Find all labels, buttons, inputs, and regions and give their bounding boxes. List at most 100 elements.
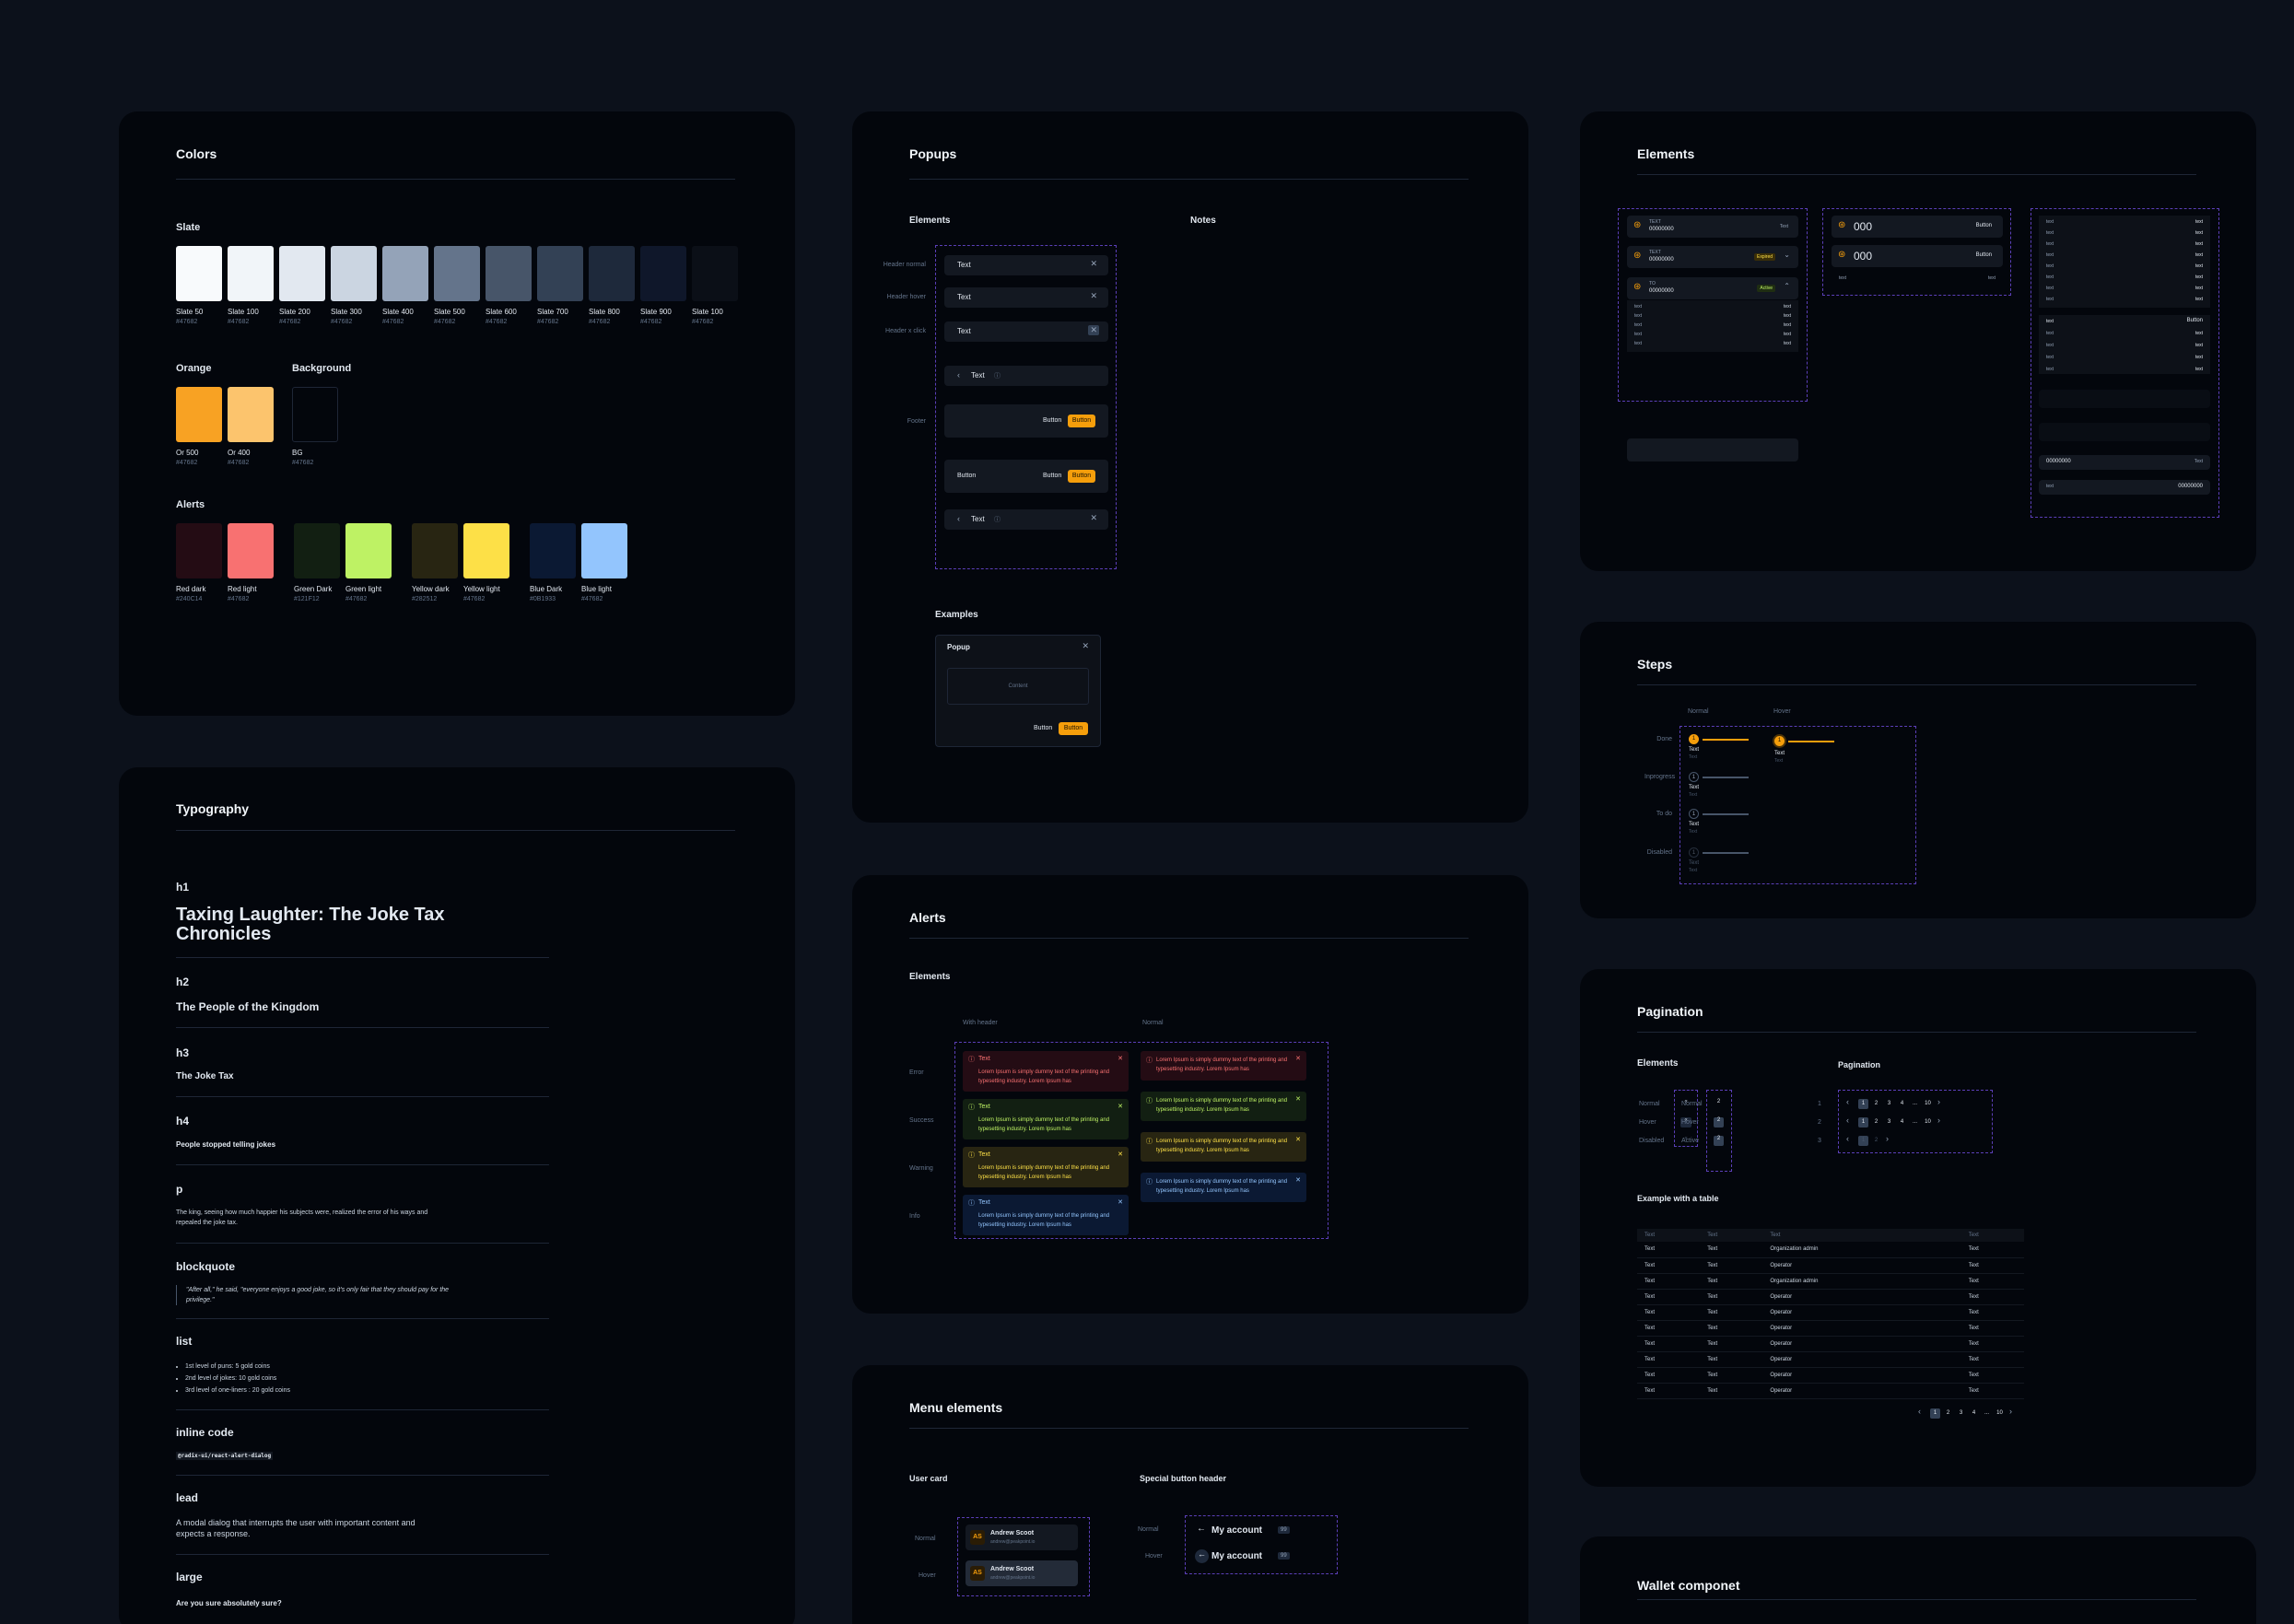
table-row[interactable]: Text Text Operator Text xyxy=(1637,1351,2024,1367)
page-number[interactable]: 1 xyxy=(1858,1099,1868,1109)
page-number[interactable]: 2 xyxy=(1943,1408,1953,1419)
amount-field[interactable]: 00000000 Text xyxy=(2039,455,2210,470)
user-card-normal[interactable]: AS Andrew Scoot andrew@peakpoint.io xyxy=(966,1525,1078,1550)
close-icon[interactable]: ✕ xyxy=(1118,1103,1123,1110)
amount-value: 000 xyxy=(1854,220,1873,233)
chevron-left-icon[interactable]: ‹ xyxy=(1918,1407,1921,1416)
secondary-button[interactable]: Button xyxy=(1043,473,1061,479)
close-icon[interactable]: ✕ xyxy=(1118,1198,1123,1206)
table-row[interactable]: Text Text Organization admin Text xyxy=(1637,1273,2024,1289)
table-header-cell[interactable]: Text xyxy=(1637,1229,1700,1242)
table-header-cell[interactable]: Text xyxy=(1762,1229,1960,1242)
chevron-up-icon[interactable]: ⌃ xyxy=(1784,282,1790,290)
page-number[interactable]: ... xyxy=(1910,1099,1920,1109)
chevron-left-icon[interactable]: ‹ xyxy=(1846,1097,1849,1106)
step-circle[interactable]: 1 xyxy=(1689,772,1699,782)
table-header-cell[interactable]: Text xyxy=(1961,1229,2024,1242)
table-row[interactable]: Text Text Operator Text xyxy=(1637,1289,2024,1304)
page-number[interactable]: ... xyxy=(1910,1117,1920,1127)
table-header-cell[interactable]: Text xyxy=(1700,1229,1762,1242)
step-circle[interactable]: 1 xyxy=(1689,809,1699,819)
page-number[interactable]: 2 xyxy=(1871,1117,1881,1127)
row-button[interactable]: Button xyxy=(1976,252,1992,258)
step-circle[interactable]: 1 xyxy=(1689,847,1699,858)
col-label: With header xyxy=(963,1020,998,1026)
page-number[interactable]: 1 xyxy=(1858,1136,1868,1146)
list-item[interactable]: ⊛ TEXT 00000000 Text xyxy=(1627,216,1798,238)
page-number[interactable]: 3 xyxy=(1956,1408,1966,1419)
chevron-left-icon[interactable]: ‹ xyxy=(957,370,960,380)
table-row[interactable]: Text Text Operator Text xyxy=(1637,1304,2024,1320)
row-button[interactable]: Button xyxy=(1976,223,1992,228)
table-list-block: text Button text text text text text text text te… xyxy=(2039,315,2210,374)
chevron-left-icon[interactable]: ‹ xyxy=(1846,1134,1849,1143)
table-row[interactable]: Text Text Operator Text xyxy=(1637,1336,2024,1351)
close-icon[interactable]: ✕ xyxy=(1090,259,1097,269)
page-number[interactable]: 3 xyxy=(1884,1099,1894,1109)
primary-button[interactable]: Button xyxy=(1068,415,1095,427)
chevron-right-icon[interactable]: › xyxy=(2009,1407,2012,1416)
table-row[interactable]: Text Text Organization admin Text xyxy=(1637,1242,2024,1257)
secondary-button[interactable]: Button xyxy=(1043,417,1061,424)
alert-body: Lorem Ipsum is simply dummy text of the … xyxy=(1156,1098,1288,1113)
page-number[interactable]: 4 xyxy=(1897,1099,1907,1109)
close-icon[interactable]: ✕ xyxy=(1295,1176,1301,1184)
close-icon[interactable]: ✕ xyxy=(1090,291,1097,301)
color-swatch xyxy=(382,246,428,301)
page-number[interactable]: 2 xyxy=(1871,1099,1881,1109)
table-cell: Organization admin xyxy=(1770,1246,1819,1253)
page-number[interactable]: ... xyxy=(1982,1408,1992,1419)
page-number[interactable]: 1 xyxy=(1930,1408,1940,1419)
page-number[interactable]: 2 xyxy=(1871,1136,1881,1146)
table-row[interactable]: Text Text Operator Text xyxy=(1637,1320,2024,1336)
swatch-name: Slate 500 xyxy=(434,308,465,316)
user-card-hover[interactable]: AS Andrew Scoot andrew@peakpoint.io xyxy=(966,1560,1078,1586)
close-icon[interactable]: ✕ xyxy=(1090,513,1097,523)
chevron-right-icon[interactable]: › xyxy=(1886,1134,1889,1143)
left-button[interactable]: Button xyxy=(957,473,976,479)
alert-heading: Text xyxy=(978,1104,990,1110)
close-icon[interactable]: ✕ xyxy=(1295,1055,1301,1062)
col-label: Normal xyxy=(1142,1020,1164,1026)
list-item[interactable]: ⊛ TEXT 00000000 Expired ⌄ xyxy=(1627,246,1798,268)
elements-title: Elements xyxy=(1637,146,1695,161)
amount-field[interactable]: text 00000000 xyxy=(2039,480,2210,495)
step-circle[interactable]: 1 xyxy=(1689,734,1699,744)
my-account-normal[interactable]: ← My account 99 xyxy=(1195,1523,1296,1539)
primary-button[interactable]: Button xyxy=(1068,470,1095,483)
row-button[interactable]: Button xyxy=(2187,318,2203,323)
step-circle-hover[interactable]: 1 xyxy=(1774,736,1785,746)
divider xyxy=(909,1428,1469,1429)
table-row[interactable]: Text Text Operator Text xyxy=(1637,1367,2024,1383)
page-number[interactable]: 10 xyxy=(1995,1408,2005,1419)
page-number[interactable]: 3 xyxy=(1884,1117,1894,1127)
alert-body: Lorem Ipsum is simply dummy text of the … xyxy=(978,1117,1110,1132)
table-row[interactable]: Text Text Operator Text xyxy=(1637,1257,2024,1273)
page-number[interactable]: 4 xyxy=(1969,1408,1979,1419)
page-number[interactable]: 1 xyxy=(1858,1117,1868,1127)
table-row[interactable]: Text Text Operator Text xyxy=(1637,1383,2024,1398)
close-icon[interactable]: ✕ xyxy=(1295,1136,1301,1143)
list-item[interactable]: ⊛ TO 00000000 Active ⌃ xyxy=(1627,277,1798,299)
close-icon[interactable]: ✕ xyxy=(1082,641,1089,651)
chevron-right-icon[interactable]: › xyxy=(1937,1116,1940,1125)
close-icon[interactable]: ✕ xyxy=(1295,1095,1301,1103)
page-number[interactable]: 10 xyxy=(1923,1117,1933,1127)
page-number[interactable]: 2 xyxy=(1714,1117,1724,1127)
secondary-button[interactable]: Button xyxy=(1034,725,1052,731)
chevron-down-icon[interactable]: ⌄ xyxy=(1784,251,1790,259)
divider xyxy=(176,1318,549,1319)
page-number[interactable]: 10 xyxy=(1923,1099,1933,1109)
page-number[interactable]: 4 xyxy=(1897,1117,1907,1127)
divider xyxy=(176,830,735,831)
chevron-left-icon[interactable]: ‹ xyxy=(1846,1116,1849,1125)
close-icon[interactable]: ✕ xyxy=(1118,1055,1123,1062)
close-icon[interactable]: ✕ xyxy=(1088,325,1099,335)
chevron-left-icon[interactable]: ‹ xyxy=(957,514,960,523)
page-number[interactable]: 2 xyxy=(1714,1136,1724,1146)
chevron-right-icon[interactable]: › xyxy=(1937,1097,1940,1106)
my-account-hover[interactable]: ← My account 99 xyxy=(1195,1548,1296,1567)
primary-button[interactable]: Button xyxy=(1059,722,1088,735)
page-number[interactable]: 2 xyxy=(1714,1099,1724,1109)
close-icon[interactable]: ✕ xyxy=(1118,1151,1123,1158)
